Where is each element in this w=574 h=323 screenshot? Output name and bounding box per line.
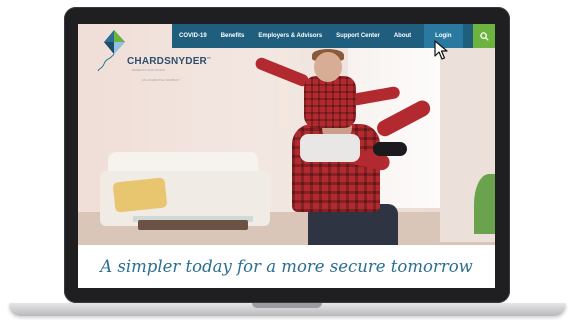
- lamp: [278, 50, 288, 130]
- search-button[interactable]: [473, 24, 495, 48]
- kid-legs: [300, 134, 360, 162]
- logo-tagline: BENEFITS SOLUTIONS: [132, 68, 165, 72]
- mouse-cursor-icon: [434, 40, 448, 60]
- nav-employers-advisors[interactable]: Employers & Advisors: [251, 24, 329, 48]
- laptop-notch: [252, 303, 322, 308]
- tagline-band: A simpler today for a more secure tomorr…: [78, 245, 495, 288]
- coffee-table: [138, 220, 248, 230]
- kite-logo-icon: [97, 30, 125, 72]
- hero-tagline: A simpler today for a more secure tomorr…: [100, 257, 473, 276]
- nav-about[interactable]: About: [387, 24, 418, 48]
- kid-torso: [304, 76, 356, 128]
- pillow: [112, 177, 168, 213]
- logo-subline: AN ACCRETIVE COMPANY: [142, 78, 180, 82]
- nav-benefits[interactable]: Benefits: [214, 24, 252, 48]
- kid-head: [314, 52, 342, 82]
- nav-support-center[interactable]: Support Center: [329, 24, 387, 48]
- search-icon: [479, 31, 489, 41]
- nav-covid-19[interactable]: COVID-19: [172, 24, 214, 48]
- game-controller: [373, 142, 407, 156]
- logo-wordmark: CHARDSNYDER™: [127, 56, 212, 67]
- browser-screen: CHARDSNYDER™ BENEFITS SOLUTIONS AN ACCRE…: [78, 24, 495, 288]
- plant: [474, 174, 495, 234]
